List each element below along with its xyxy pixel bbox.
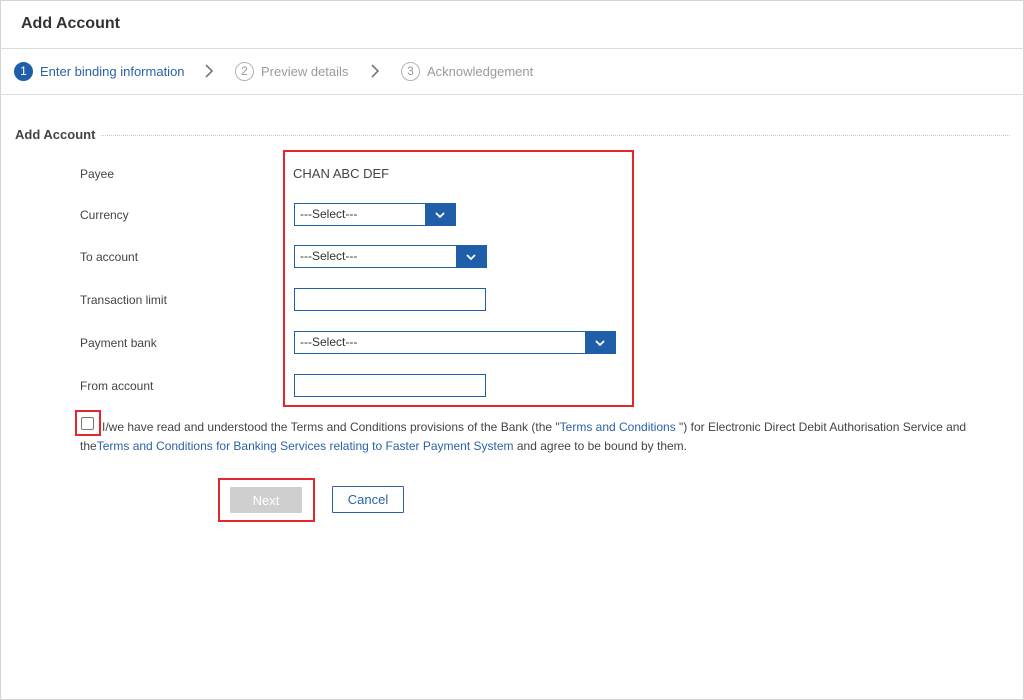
- step-number-3: 3: [401, 61, 420, 81]
- terms-agree-checkbox[interactable]: [81, 417, 94, 430]
- step-number-1: 1: [14, 61, 33, 81]
- section-header: Add Account: [15, 126, 1010, 144]
- currency-label: Currency: [80, 208, 129, 222]
- page-title: Add Account: [21, 15, 120, 32]
- terms-text: and agree to be bound by them.: [513, 439, 688, 453]
- payment-bank-label: Payment bank: [80, 336, 157, 350]
- section-title: Add Account: [15, 127, 102, 142]
- next-button[interactable]: Next: [230, 487, 302, 513]
- transaction-limit-label: Transaction limit: [80, 293, 167, 307]
- terms-text: I/we have read and understood the Terms …: [102, 420, 560, 434]
- form-fields-highlight: [283, 150, 634, 407]
- step-label: Enter binding information: [40, 63, 185, 79]
- payee-label: Payee: [80, 167, 115, 181]
- terms-and-conditions-link[interactable]: Terms and Conditions: [560, 420, 679, 434]
- to-account-label: To account: [80, 250, 139, 264]
- from-account-label: From account: [80, 379, 154, 393]
- progress-steps: 1 Enter binding information 2 Preview de…: [0, 49, 1024, 95]
- fps-terms-link[interactable]: Terms and Conditions for Banking Service…: [97, 439, 514, 453]
- terms-text: ") for Electronic Direct Debit Authorisa…: [679, 420, 967, 434]
- step-acknowledgement: 3 Acknowledgement: [401, 61, 533, 81]
- section-divider: [99, 135, 1010, 136]
- cancel-button[interactable]: Cancel: [332, 486, 404, 513]
- chevron-right-icon: [371, 64, 380, 78]
- page-header: Add Account: [0, 0, 1024, 49]
- step-label: Acknowledgement: [427, 63, 534, 79]
- step-preview-details: 2 Preview details: [235, 61, 348, 81]
- step-enter-binding-information: 1 Enter binding information: [14, 61, 185, 81]
- step-label: Preview details: [261, 63, 349, 79]
- step-number-2: 2: [235, 61, 254, 81]
- chevron-right-icon: [205, 64, 214, 78]
- terms-text: the: [80, 439, 97, 453]
